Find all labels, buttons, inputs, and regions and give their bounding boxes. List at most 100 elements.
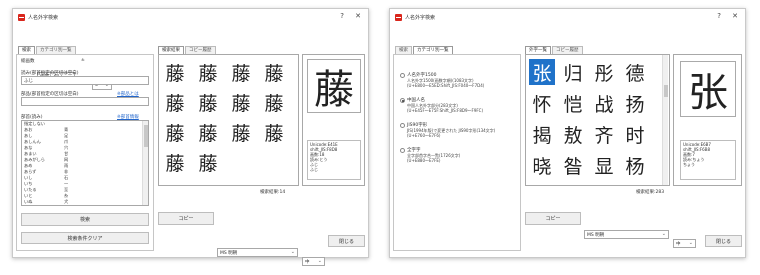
radio-option[interactable]: 人名外字1500 人名外字1500(画数字順)(1083文字) (U+E800～E5… — [400, 72, 514, 88]
app-icon — [395, 13, 402, 21]
char-cell[interactable]: 藤 — [162, 149, 188, 175]
radio-circle[interactable] — [400, 97, 405, 103]
char-cell[interactable]: 藤 — [195, 119, 221, 145]
left-tabs: 検索 カテゴリ別一覧 — [395, 46, 454, 54]
char-cell[interactable]: 齐 — [591, 121, 617, 147]
char-cell[interactable]: 战 — [591, 90, 617, 116]
size-select[interactable]: 中 ⌄ — [302, 257, 325, 266]
font-select[interactable]: MS 明朝 ⌄ — [217, 248, 298, 257]
close-icon[interactable]: ✕ — [732, 12, 738, 20]
char-cell[interactable]: 彤 — [591, 59, 617, 85]
tab-search[interactable]: 検索 — [18, 46, 35, 54]
char-cell[interactable]: 藤 — [162, 89, 188, 115]
char-cell[interactable]: 藤 — [228, 89, 254, 115]
grid-scrollbar[interactable] — [662, 55, 668, 185]
total-strokes-label: 総画数 — [21, 59, 35, 64]
radio-circle[interactable] — [400, 122, 405, 128]
chevron-down-icon: ⌄ — [290, 249, 295, 255]
radio-desc: (U+E45F～E75F:Shift_JIS:F8D9～F9FC) — [407, 108, 484, 113]
list-item[interactable]: いぬ 犬 — [22, 199, 148, 205]
char-cell[interactable]: 昝 — [560, 152, 586, 178]
char-cell[interactable]: 藤 — [261, 119, 287, 145]
tab-category-list[interactable]: カテゴリ別一覧 — [36, 46, 76, 54]
title-bar: 人名外字検索 ? ✕ — [13, 9, 368, 25]
close-icon[interactable]: ✕ — [355, 12, 361, 20]
radio-option[interactable]: 全字字 全字部首字合一覧(1726文字) (U+E880～E7FE) — [400, 147, 514, 163]
radical-list[interactable]: 指定しない あお青あし足あしんん爪あな穴あまい甘あみがしら网あめ雨あらず非いし石い… — [21, 120, 149, 206]
radical-input[interactable] — [21, 97, 149, 106]
char-cell[interactable]: 怀 — [529, 90, 555, 116]
char-cell[interactable]: 扬 — [622, 90, 648, 116]
radio-text: JIS90字形 JIS(1994年版)で変更された JIS90字形(134文字)(… — [407, 122, 495, 138]
tab-search-results[interactable]: 検索結果 — [158, 46, 184, 54]
size-select[interactable]: 中 ⌄ — [673, 239, 696, 248]
font-select-value: MS 明朝 — [587, 233, 605, 238]
clear-conditions-button[interactable]: 検索条件クリア — [21, 232, 149, 244]
left-tabs: 検索 カテゴリ別一覧 — [18, 46, 77, 54]
close-button[interactable]: 閉じる — [328, 235, 365, 247]
char-cell[interactable]: 藤 — [195, 149, 221, 175]
preview-panel: 张 Unicode:E6B7 shift_JIS:F6B8 画数:7 読み:ちょう ちょ… — [673, 54, 742, 186]
tab-copy-history[interactable]: コピー履歴 — [185, 46, 216, 54]
scroll-thumb[interactable] — [144, 125, 148, 147]
right-tabs: 外字一覧 コピー履歴 — [525, 46, 584, 54]
reading-input[interactable]: ふじ — [21, 76, 149, 85]
char-cell[interactable]: 藤 — [228, 59, 254, 85]
result-count: 検索結果:14 — [260, 190, 286, 195]
char-cell[interactable]: 敖 — [560, 121, 586, 147]
kanji-list-window: 人名外字検索 ? ✕ 検索 カテゴリ別一覧 人名外字1500 人名外字1500(画… — [389, 8, 746, 258]
radio-desc: (U+E760～E7F6) — [407, 133, 441, 138]
tab-search[interactable]: 検索 — [395, 46, 412, 54]
search-button[interactable]: 検索 — [21, 213, 149, 226]
char-cell[interactable]: 德 — [622, 59, 648, 85]
preview-char: 张 — [680, 61, 736, 117]
char-cell[interactable]: 晓 — [529, 152, 555, 178]
radio-option[interactable]: 中国人名 中国人名外字部分(283文字) (U+E45F～E75F:Shift_JI… — [400, 97, 514, 113]
help-button[interactable]: ? — [340, 12, 344, 20]
char-cell[interactable]: 藤 — [261, 89, 287, 115]
window-title: 人名外字検索 — [28, 14, 59, 21]
char-cell[interactable]: 张 — [529, 59, 555, 85]
char-cell[interactable]: 藤 — [195, 89, 221, 115]
char-cell[interactable]: 恺 — [560, 90, 586, 116]
radio-text: 中国人名 中国人名外字部分(283文字) (U+E45F～E75F:Shift_JI… — [407, 97, 483, 113]
chevron-down-icon: ⌄ — [317, 258, 322, 264]
radio-circle[interactable] — [400, 72, 405, 78]
char-cell[interactable]: 藤 — [162, 119, 188, 145]
char-cell[interactable]: 时 — [622, 121, 648, 147]
char-cell[interactable]: 藤 — [195, 59, 221, 85]
char-info-line: ちょう — [683, 162, 695, 167]
chevron-down-icon: ⌄ — [661, 231, 666, 237]
size-select-value: 中 — [305, 260, 310, 265]
preview-char: 藤 — [307, 59, 361, 113]
close-button[interactable]: 閉じる — [705, 235, 742, 247]
help-button[interactable]: ? — [717, 12, 721, 20]
right-tabs: 検索結果 コピー履歴 — [158, 46, 217, 54]
title-bar: 人名外字検索 ? ✕ — [390, 9, 745, 25]
scroll-thumb[interactable] — [664, 85, 668, 97]
tab-category-list[interactable]: カテゴリ別一覧 — [413, 46, 453, 54]
font-select-value: MS 明朝 — [220, 251, 238, 256]
char-cell[interactable]: 揭 — [529, 121, 555, 147]
radio-text: 人名外字1500 人名外字1500(画数字順)(1083文字) (U+E800～E5… — [407, 72, 484, 88]
list-scrollbar[interactable] — [142, 121, 148, 205]
result-count: 検索結果:283 — [636, 190, 665, 195]
copy-button[interactable]: コピー — [525, 212, 581, 225]
char-cell[interactable]: 藤 — [162, 59, 188, 85]
stroke-op: ± — [81, 58, 85, 63]
char-cell[interactable]: 归 — [560, 59, 586, 85]
char-grid: 张归彤德怀恺战扬揭敖齐时晓昝显杨 — [525, 54, 670, 186]
kanji-search-window: 人名外字検索 ? ✕ 検索 カテゴリ別一覧 総画数 指定しない⌄ ± 3⌄ 読み… — [12, 8, 369, 266]
char-cell[interactable]: 杨 — [622, 152, 648, 178]
char-cell[interactable]: 显 — [591, 152, 617, 178]
radio-option[interactable]: JIS90字形 JIS(1994年版)で変更された JIS90字形(134文字)(… — [400, 122, 514, 138]
tab-char-list[interactable]: 外字一覧 — [525, 46, 551, 54]
list-item-radical: 犬 — [64, 199, 69, 204]
radio-circle[interactable] — [400, 147, 405, 153]
copy-button[interactable]: コピー — [158, 212, 214, 225]
tab-copy-history[interactable]: コピー履歴 — [552, 46, 583, 54]
char-cell[interactable]: 藤 — [261, 59, 287, 85]
font-select[interactable]: MS 明朝 ⌄ — [584, 230, 669, 239]
char-info: Unicode:E41E shift_JIS:F8D8 画数:18 読み:とう ふじ ふじ — [307, 140, 361, 180]
char-cell[interactable]: 藤 — [228, 119, 254, 145]
